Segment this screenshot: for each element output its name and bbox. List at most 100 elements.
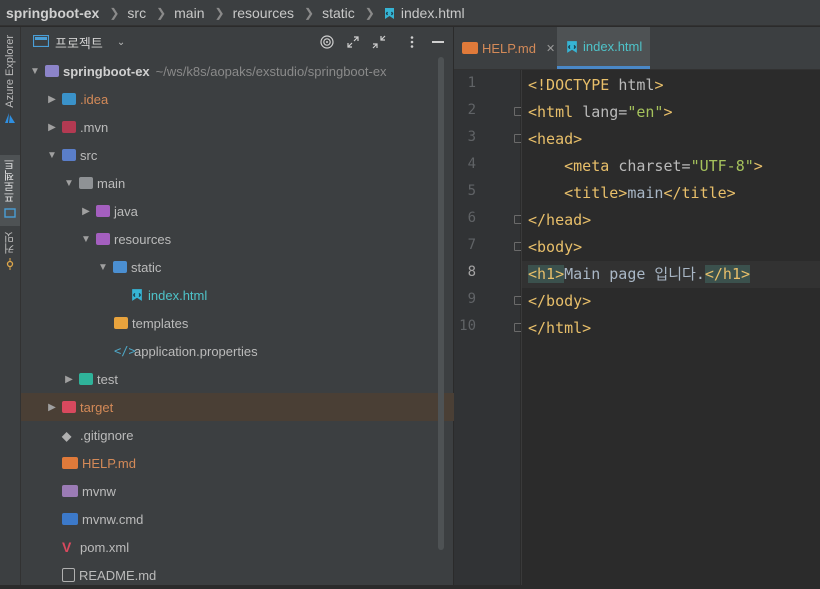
tab-azure-explorer[interactable]: Azure Explorer [0, 35, 20, 127]
chevron-down-icon[interactable]: ⌄ [117, 37, 125, 48]
chevron-right-icon[interactable]: ▶ [46, 94, 58, 105]
tab-label: HELP.md [482, 40, 536, 56]
tree-item-resources[interactable]: ▼ resources [21, 225, 498, 253]
project-tree: ▼ springboot-ex ~/ws/k8s/aopaks/exstudio… [21, 57, 464, 585]
folder-icon [79, 177, 93, 189]
collapse-icon[interactable] [370, 33, 388, 51]
minimize-icon[interactable] [429, 33, 447, 51]
code-editor[interactable]: <!DOCTYPE html> <html lang="en"> <head> … [521, 70, 820, 585]
tree-item-label: templates [132, 315, 189, 331]
chevron-down-icon[interactable]: ▼ [29, 66, 41, 77]
tree-item-label: springboot-ex [63, 63, 150, 79]
markdown-icon [62, 457, 78, 469]
module-folder-icon [45, 65, 59, 77]
chevron-right-icon: ❯ [214, 5, 225, 20]
line-number: 3 [467, 129, 476, 145]
test-folder-icon [79, 373, 93, 385]
editor-gutter: 1 2 3 4 5 6 7 8 9 10 [454, 70, 523, 585]
chevron-right-icon[interactable]: ▶ [80, 206, 92, 217]
tree-item-src[interactable]: ▼ src [21, 141, 464, 169]
commit-tab-label: 커밋 [4, 232, 16, 254]
code-line-2: <html lang="en"> [528, 103, 673, 121]
line-number: 5 [467, 183, 476, 199]
tab-project[interactable]: 프로젝트 [0, 155, 20, 226]
project-tab-label: 프로젝트 [4, 159, 16, 203]
tree-item-help-md[interactable]: HELP.md [21, 449, 480, 477]
tree-item-label: resources [114, 231, 172, 247]
gitignore-icon: ◆ [62, 429, 72, 443]
line-number: 1 [467, 75, 476, 91]
tree-item-test[interactable]: ▶ test [21, 365, 481, 393]
chevron-right-icon: ❯ [304, 5, 315, 20]
tree-item-gitignore[interactable]: ◆ .gitignore [21, 421, 480, 449]
breadcrumb-main[interactable]: main [174, 5, 204, 21]
line-number: 9 [467, 291, 476, 307]
properties-file-icon: </> [114, 344, 136, 358]
cmd-icon [62, 513, 78, 525]
chevron-down-icon[interactable]: ▼ [63, 178, 75, 189]
more-icon[interactable] [403, 33, 421, 51]
chevron-right-icon: ❯ [156, 5, 167, 20]
breadcrumb-src[interactable]: src [127, 5, 146, 21]
tree-item-main[interactable]: ▼ main [21, 169, 481, 197]
code-line-10: </html> [528, 319, 592, 337]
chevron-right-icon[interactable]: ▶ [46, 122, 58, 133]
tree-item-label: java [114, 203, 138, 219]
tree-item-label: .idea [80, 91, 109, 107]
chevron-down-icon[interactable]: ▼ [80, 234, 92, 245]
html-file-icon [383, 7, 396, 20]
tree-item-mvnw[interactable]: mvnw [21, 477, 480, 505]
html-file-icon [565, 40, 579, 54]
project-panel-header: 프로젝트 ⌄ [21, 27, 453, 57]
tree-item-label: static [131, 259, 162, 275]
code-line-4: <meta charset="UTF-8"> [564, 157, 763, 175]
tree-item-springboot-ex[interactable]: ▼ springboot-ex ~/ws/k8s/aopaks/exstudio… [21, 57, 447, 85]
mvn-folder-icon [62, 121, 76, 133]
expand-icon[interactable] [344, 33, 362, 51]
code-line-5: <title>main</title> [564, 184, 736, 202]
azure-icon [4, 112, 16, 127]
chevron-right-icon: ❯ [109, 5, 120, 20]
tab-label: index.html [583, 39, 643, 54]
tab-help-md[interactable]: HELP.md ✕ [454, 27, 563, 69]
idea-folder-icon [62, 93, 76, 105]
html-file-icon [130, 288, 144, 302]
chevron-right-icon: ❯ [364, 5, 375, 20]
maven-icon: V [62, 539, 72, 555]
breadcrumb-project[interactable]: springboot-ex [6, 5, 99, 21]
breadcrumb: springboot-ex ❯ src ❯ main ❯ resources ❯… [0, 0, 820, 26]
chevron-down-icon[interactable]: ▼ [97, 262, 109, 273]
tree-item-target[interactable]: ▶ target [21, 393, 464, 421]
tree-item-idea[interactable]: ▶ .idea [21, 85, 464, 113]
tab-commit[interactable]: 커밋 [0, 232, 20, 273]
code-line-3: <head> [528, 130, 583, 148]
tree-item-label: README.md [79, 567, 157, 583]
tab-index-html[interactable]: index.html [557, 27, 651, 69]
breadcrumb-resources[interactable]: resources [233, 5, 294, 21]
commit-icon [4, 258, 16, 273]
breadcrumb-static[interactable]: static [322, 5, 355, 21]
tree-item-label: index.html [148, 287, 208, 303]
shell-icon [62, 485, 78, 497]
tree-item-label: mvnw [82, 483, 116, 499]
tree-item-path: ~/ws/k8s/aopaks/exstudio/springboot-ex [155, 63, 387, 79]
chevron-right-icon[interactable]: ▶ [46, 402, 58, 413]
tree-item-pom-xml[interactable]: V pom.xml [21, 533, 480, 561]
tree-item-label: pom.xml [80, 539, 130, 555]
tree-item-label: .gitignore [80, 427, 134, 443]
close-icon[interactable]: ✕ [546, 42, 555, 55]
tree-item-mvnw-cmd[interactable]: mvnw.cmd [21, 505, 480, 533]
tree-item-mvn[interactable]: ▶ .mvn [21, 113, 464, 141]
chevron-down-icon[interactable]: ▼ [46, 150, 58, 161]
tree-item-java[interactable]: ▶ java [21, 197, 498, 225]
editor-tab-bar: HELP.md ✕ index.html [454, 27, 820, 70]
resources-folder-icon [96, 233, 110, 245]
tree-item-label: target [80, 399, 114, 415]
tree-item-label: application.properties [134, 343, 258, 359]
project-view-title[interactable]: 프로젝트 [55, 33, 103, 52]
breadcrumb-file[interactable]: index.html [401, 5, 465, 21]
tree-scrollbar[interactable] [438, 57, 444, 550]
line-number: 2 [467, 102, 476, 118]
target-icon[interactable] [318, 33, 336, 51]
chevron-right-icon[interactable]: ▶ [63, 374, 75, 385]
